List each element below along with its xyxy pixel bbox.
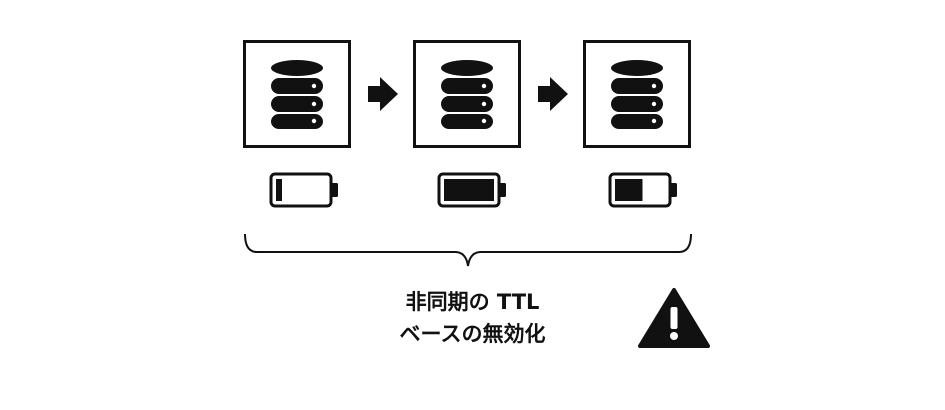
database-icon <box>611 60 663 129</box>
arrow-right-icon <box>368 77 398 111</box>
caption-line-2: ベースの無効化 <box>399 322 546 346</box>
battery-icon <box>437 172 506 208</box>
caption: 非同期の TTL ベースの無効化 <box>300 286 645 350</box>
battery-fill <box>444 179 494 201</box>
battery-icon <box>269 172 338 208</box>
stage-1-box <box>243 40 351 148</box>
battery-fill <box>276 179 282 201</box>
database-icon <box>271 60 323 129</box>
battery-fill <box>615 179 643 201</box>
stage-3-box <box>583 40 691 148</box>
caption-line-1: 非同期の TTL <box>405 290 540 314</box>
warning-triangle-icon <box>638 288 710 348</box>
stage-2-box <box>413 40 521 148</box>
database-icon <box>441 60 493 129</box>
curly-brace-icon <box>244 233 692 267</box>
ttl-invalidation-diagram: 非同期の TTL ベースの無効化 <box>0 0 945 410</box>
arrow-right-icon <box>538 77 568 111</box>
battery-icon <box>608 172 677 208</box>
